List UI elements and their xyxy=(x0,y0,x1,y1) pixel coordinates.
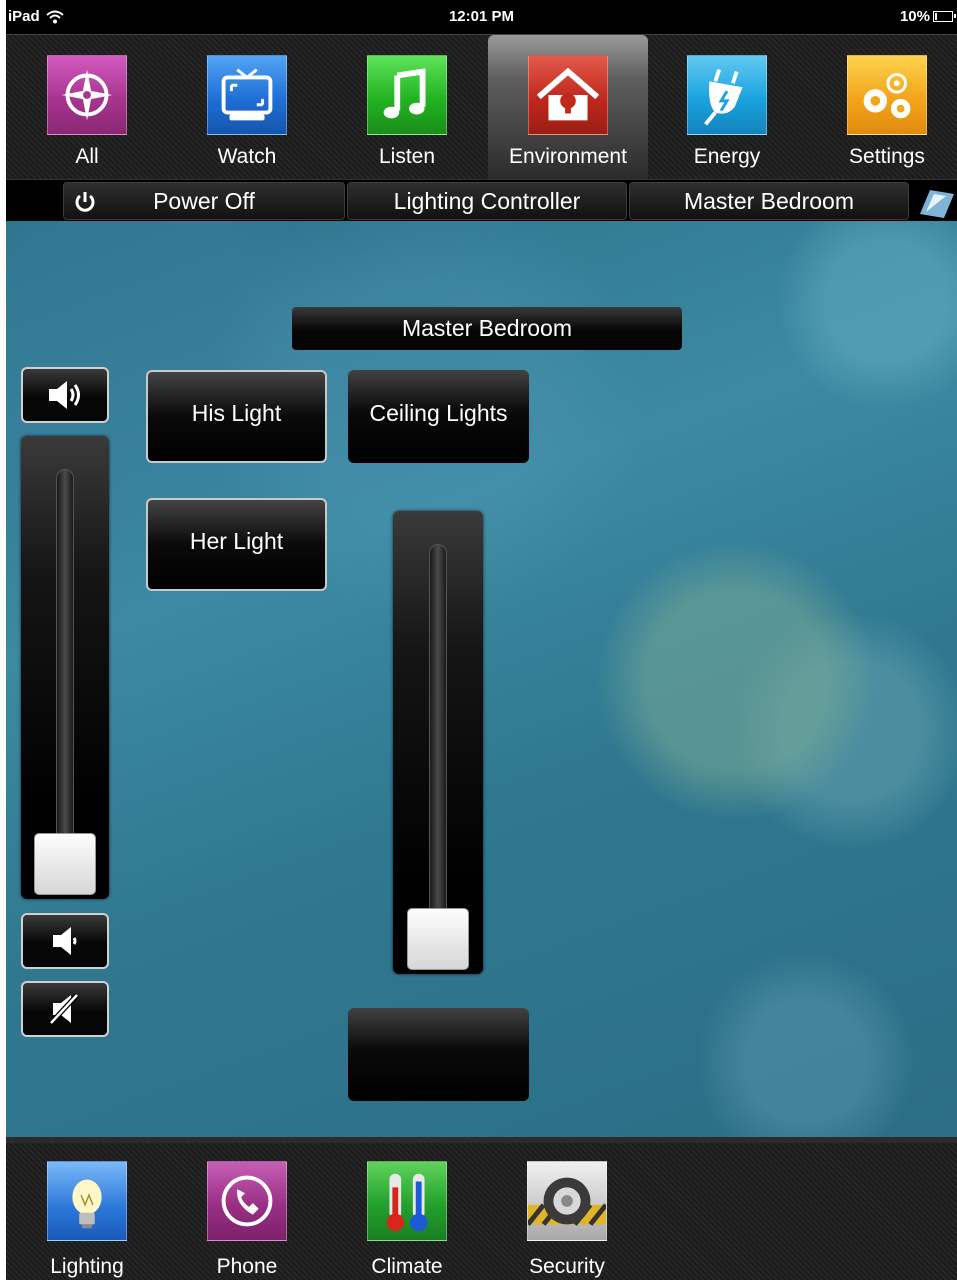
thermometer-icon xyxy=(367,1161,447,1241)
nav-item-settings[interactable]: Settings xyxy=(807,35,957,180)
mute-button[interactable] xyxy=(21,981,109,1037)
ceiling-lights-slider[interactable] xyxy=(393,511,483,974)
nav-label: Climate xyxy=(371,1255,443,1278)
volume-down-button[interactable] xyxy=(21,913,109,969)
nav-label: Environment xyxy=(509,145,627,168)
her-light-button[interactable]: Her Light xyxy=(146,498,327,591)
nav-item-listen[interactable]: Listen xyxy=(327,35,487,180)
clock: 12:01 PM xyxy=(448,8,515,25)
room-label: Master Bedroom xyxy=(683,188,854,214)
music-note-icon xyxy=(367,55,447,135)
room-selector[interactable]: Master Bedroom xyxy=(629,182,909,220)
plug-icon xyxy=(687,55,767,135)
nav-item-lighting[interactable]: Lighting xyxy=(7,1143,167,1280)
her-light-label: Her Light xyxy=(189,528,284,554)
gears-icon xyxy=(847,55,927,135)
volume-up-button[interactable] xyxy=(21,367,109,423)
ceiling-lights-button[interactable]: Ceiling Lights xyxy=(348,370,529,463)
power-icon xyxy=(75,192,95,212)
room-title: Master Bedroom xyxy=(292,307,682,350)
nav-item-phone[interactable]: Phone xyxy=(167,1143,327,1280)
phone-icon xyxy=(207,1161,287,1241)
house-icon xyxy=(528,55,608,135)
volume-slider-track xyxy=(56,469,74,869)
ceiling-slider-thumb[interactable] xyxy=(407,908,469,970)
his-light-label: His Light xyxy=(191,400,282,426)
context-bar: Power Off Lighting Controller Master Bed… xyxy=(6,179,957,221)
edit-pencil-icon[interactable] xyxy=(916,184,956,218)
top-navigation: All Watch Listen Environment Energy Sett… xyxy=(6,34,957,180)
nav-label: Watch xyxy=(217,145,277,168)
status-bar: iPad 12:01 PM 10% xyxy=(6,0,957,34)
ceiling-lights-label: Ceiling Lights xyxy=(369,400,508,426)
ceiling-slider-track xyxy=(429,544,447,944)
nav-item-all[interactable]: All xyxy=(7,35,167,180)
volume-slider[interactable] xyxy=(21,436,109,899)
control-panel: Master Bedroom His Light Her Light Ceili… xyxy=(6,221,957,1137)
nav-item-energy[interactable]: Energy xyxy=(647,35,807,180)
nav-label: Lighting xyxy=(50,1255,124,1278)
volume-slider-thumb[interactable] xyxy=(34,833,96,895)
speaker-loud-icon xyxy=(49,381,80,409)
controller-label: Lighting Controller xyxy=(393,188,581,214)
his-light-button[interactable]: His Light xyxy=(146,370,327,463)
safe-dial-icon xyxy=(526,1161,608,1241)
nav-label: All xyxy=(75,145,99,168)
lightbulb-icon xyxy=(47,1161,127,1241)
blank-button[interactable] xyxy=(348,1008,529,1101)
nav-item-environment[interactable]: Environment xyxy=(488,35,648,180)
power-off-button[interactable]: Power Off xyxy=(63,182,345,220)
compass-icon xyxy=(47,55,127,135)
nav-label: Security xyxy=(529,1255,605,1278)
nav-label: Energy xyxy=(693,145,761,168)
nav-label: Listen xyxy=(378,145,436,168)
controller-selector[interactable]: Lighting Controller xyxy=(347,182,627,220)
nav-item-watch[interactable]: Watch xyxy=(167,35,327,180)
nav-label: Settings xyxy=(849,145,925,168)
tv-icon xyxy=(207,55,287,135)
nav-label: Phone xyxy=(216,1255,278,1278)
ipad-screen: iPad 12:01 PM 10% All Watch Listen Envir… xyxy=(6,0,957,1280)
nav-item-climate[interactable]: Climate xyxy=(327,1143,487,1280)
battery-fill xyxy=(935,13,937,20)
power-off-label: Power Off xyxy=(153,188,255,214)
bottom-navigation: Lighting Phone Climate Security xyxy=(6,1137,957,1280)
battery-percent: 10% xyxy=(899,8,930,25)
battery-icon xyxy=(933,11,956,22)
speaker-muted-icon xyxy=(49,993,79,1025)
speaker-quiet-icon xyxy=(53,927,77,955)
nav-item-security[interactable]: Security xyxy=(487,1143,647,1280)
